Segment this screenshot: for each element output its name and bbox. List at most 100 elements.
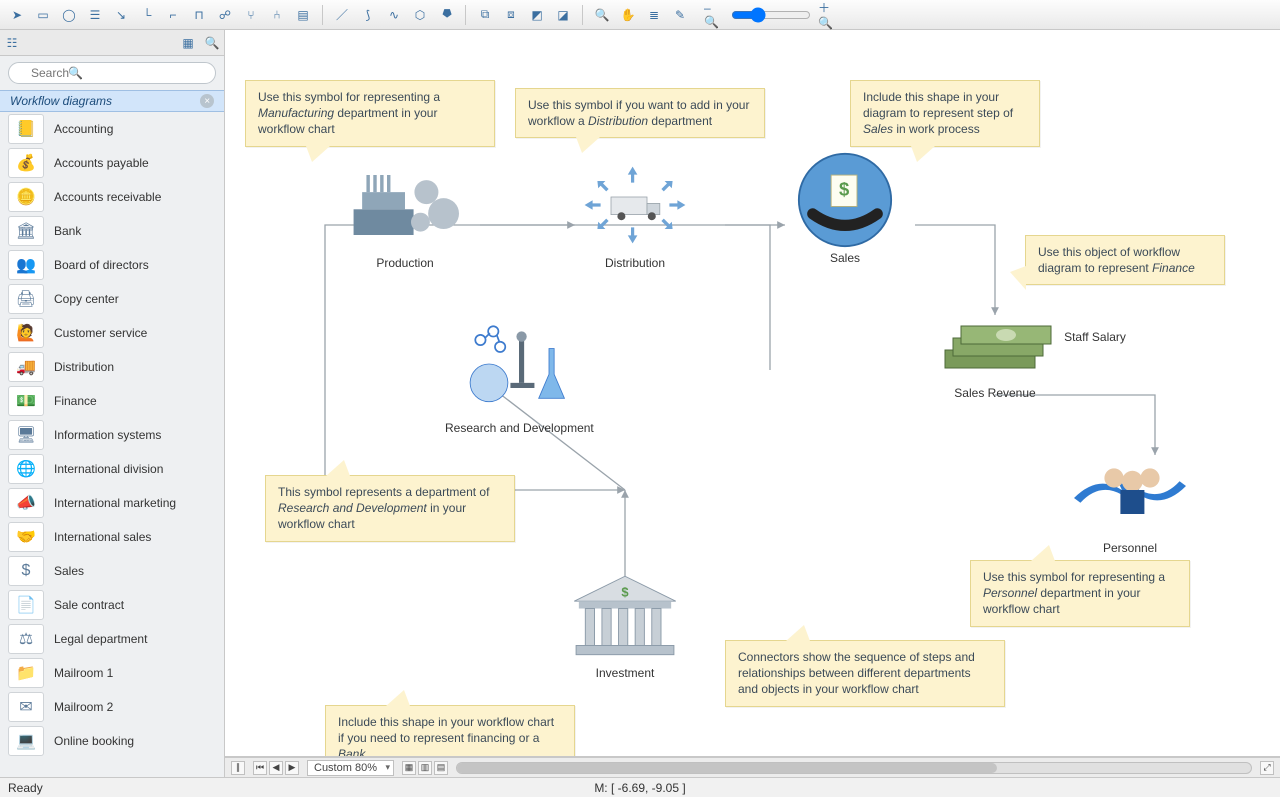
page-prev[interactable]: ◀ [269, 761, 283, 775]
horizontal-scrollbar[interactable] [456, 762, 1252, 774]
stencil-item[interactable]: 📁Mailroom 1 [0, 656, 224, 690]
connector-z[interactable]: ⌐ [162, 4, 184, 26]
node-label: Research and Development [445, 421, 594, 435]
stencil-item[interactable]: 🌐International division [0, 452, 224, 486]
stencil-item[interactable]: 📄Sale contract [0, 588, 224, 622]
stencil-item[interactable]: 📣 International marketing [0, 486, 224, 520]
zoom-in-icon[interactable]: ＋🔍 [817, 4, 839, 26]
zoom-tool[interactable]: 🔍 [591, 4, 613, 26]
stencil-item[interactable]: $ Sales [0, 554, 224, 588]
svg-text:$: $ [839, 178, 849, 199]
page-next[interactable]: ▶ [285, 761, 299, 775]
connector-l[interactable]: └ [136, 4, 158, 26]
stencil-label: Finance [54, 394, 97, 408]
rect-tool[interactable]: ▭ [32, 4, 54, 26]
close-group-icon[interactable]: × [200, 94, 214, 108]
stencil-item[interactable]: 🖨Copy center [0, 282, 224, 316]
stencil-item[interactable]: 🏛 Bank [0, 214, 224, 248]
stencil-sidebar: ☷ ▦ 🔍 🔍 Workflow diagrams × 📒Accounting💰… [0, 30, 225, 777]
stencil-item[interactable]: 🚚Distribution [0, 350, 224, 384]
text-tool[interactable]: ☰ [84, 4, 106, 26]
hand-tool[interactable]: ✋ [617, 4, 639, 26]
group-tool[interactable]: ⧉ [474, 4, 496, 26]
view-outline[interactable]: ▥ [418, 761, 432, 775]
node-distribution[interactable]: Distribution [575, 160, 695, 270]
connector-multi[interactable]: ⑃ [266, 4, 288, 26]
stencil-label: Customer service [54, 326, 147, 340]
node-rnd[interactable]: Research and Development [445, 325, 594, 435]
stencil-item[interactable]: ⚖Legal department [0, 622, 224, 656]
zoom-out-icon[interactable]: –🔍 [703, 4, 725, 26]
stencil-label: Distribution [54, 360, 114, 374]
stencil-label: Sale contract [54, 598, 124, 612]
ungroup-tool[interactable]: ⧈ [500, 4, 522, 26]
arc-tool[interactable]: ⟆ [357, 4, 379, 26]
stencil-item[interactable]: ✉Mailroom 2 [0, 690, 224, 724]
line-tool[interactable]: ／ [331, 4, 353, 26]
drawing-canvas[interactable]: Production Distribution $ Sales [225, 30, 1280, 757]
new-page[interactable]: ▤ [292, 4, 314, 26]
stencil-item[interactable]: 📒Accounting [0, 112, 224, 146]
stencil-thumb-icon: 📣 [8, 488, 44, 518]
page-nav: ⏮ ◀ ▶ [253, 761, 299, 775]
callout-rnd: This symbol represents a department of R… [265, 475, 515, 542]
status-ready: Ready [8, 781, 43, 795]
stencil-item[interactable]: 💵Finance [0, 384, 224, 418]
send-back[interactable]: ◪ [552, 4, 574, 26]
layers-tool[interactable]: ≣ [643, 4, 665, 26]
stencil-label: International marketing [54, 496, 176, 510]
stencil-label: Sales [54, 564, 84, 578]
stencil-item[interactable]: 🤝International sales [0, 520, 224, 554]
grid-view-icon[interactable]: ▦ [176, 32, 200, 54]
stencil-item[interactable]: 🖥Information systems [0, 418, 224, 452]
node-production[interactable]: Production [345, 160, 465, 270]
eyedrop-tool[interactable]: ✎ [669, 4, 691, 26]
search-input[interactable] [8, 62, 216, 84]
collapse-handle[interactable]: ∥ [231, 761, 245, 775]
expand-handle[interactable]: ⤢ [1260, 761, 1274, 775]
stencil-label: Board of directors [54, 258, 149, 272]
stencil-thumb-icon: 🖥 [8, 420, 44, 450]
stencil-thumb-icon: 🏛 [8, 216, 44, 246]
stencil-item[interactable]: 👥Board of directors [0, 248, 224, 282]
callout-connectors: Connectors show the sequence of steps an… [725, 640, 1005, 707]
node-sales-revenue[interactable]: Sales Revenue [935, 310, 1055, 400]
zoom-slider[interactable] [731, 7, 811, 23]
poly-closed-tool[interactable]: ⯂ [435, 4, 457, 26]
node-investment[interactable]: $ Investment [565, 570, 685, 680]
bring-front[interactable]: ◩ [526, 4, 548, 26]
main-toolbar: ➤ ▭ ◯ ☰ ↘ └ ⌐ ⊓ ☍ ⑂ ⑃ ▤ ／ ⟆ ∿ ⬡ ⯂ ⧉ ⧈ ◩ … [0, 0, 1280, 30]
poly-tool[interactable]: ⬡ [409, 4, 431, 26]
view-full[interactable]: ▤ [434, 761, 448, 775]
search-toggle-icon[interactable]: 🔍 [200, 32, 224, 54]
stencil-thumb-icon: 🌐 [8, 454, 44, 484]
stencil-item[interactable]: 🙋Customer service [0, 316, 224, 350]
view-normal[interactable]: ▦ [402, 761, 416, 775]
stencil-thumb-icon: $ [8, 556, 44, 586]
stencil-label: Mailroom 1 [54, 666, 113, 680]
node-sales[interactable]: $ Sales [785, 155, 905, 265]
sidebar-top-tools: ☷ ▦ 🔍 [0, 30, 224, 56]
callout-text: Use this symbol if you want to add in yo… [528, 98, 749, 128]
curve-tool[interactable]: ∿ [383, 4, 405, 26]
node-personnel[interactable]: Personnel [1070, 445, 1190, 555]
stencil-item[interactable]: 💻Online booking [0, 724, 224, 758]
status-bar: Ready M: [ -6.69, -9.05 ] [0, 777, 1280, 797]
connector-u[interactable]: ⊓ [188, 4, 210, 26]
canvas-footer: ∥ ⏮ ◀ ▶ Custom 80% ▦ ▥ ▤ ⤢ [225, 757, 1280, 777]
tree-view-icon[interactable]: ☷ [0, 32, 24, 54]
stencil-item[interactable]: 💰Accounts payable [0, 146, 224, 180]
stencil-group-header[interactable]: Workflow diagrams × [0, 90, 224, 112]
connector-straight[interactable]: ↘ [110, 4, 132, 26]
stencil-label: Bank [54, 224, 81, 238]
zoom-dropdown[interactable]: Custom 80% [307, 760, 394, 776]
stencil-item[interactable]: 🪙Accounts receivable [0, 180, 224, 214]
pointer-tool[interactable]: ➤ [6, 4, 28, 26]
money-stack-icon [935, 310, 1055, 380]
research-icon [459, 325, 579, 415]
ellipse-tool[interactable]: ◯ [58, 4, 80, 26]
connector-tree[interactable]: ☍ [214, 4, 236, 26]
node-label: Distribution [575, 256, 695, 270]
page-first[interactable]: ⏮ [253, 761, 267, 775]
connector-branch[interactable]: ⑂ [240, 4, 262, 26]
